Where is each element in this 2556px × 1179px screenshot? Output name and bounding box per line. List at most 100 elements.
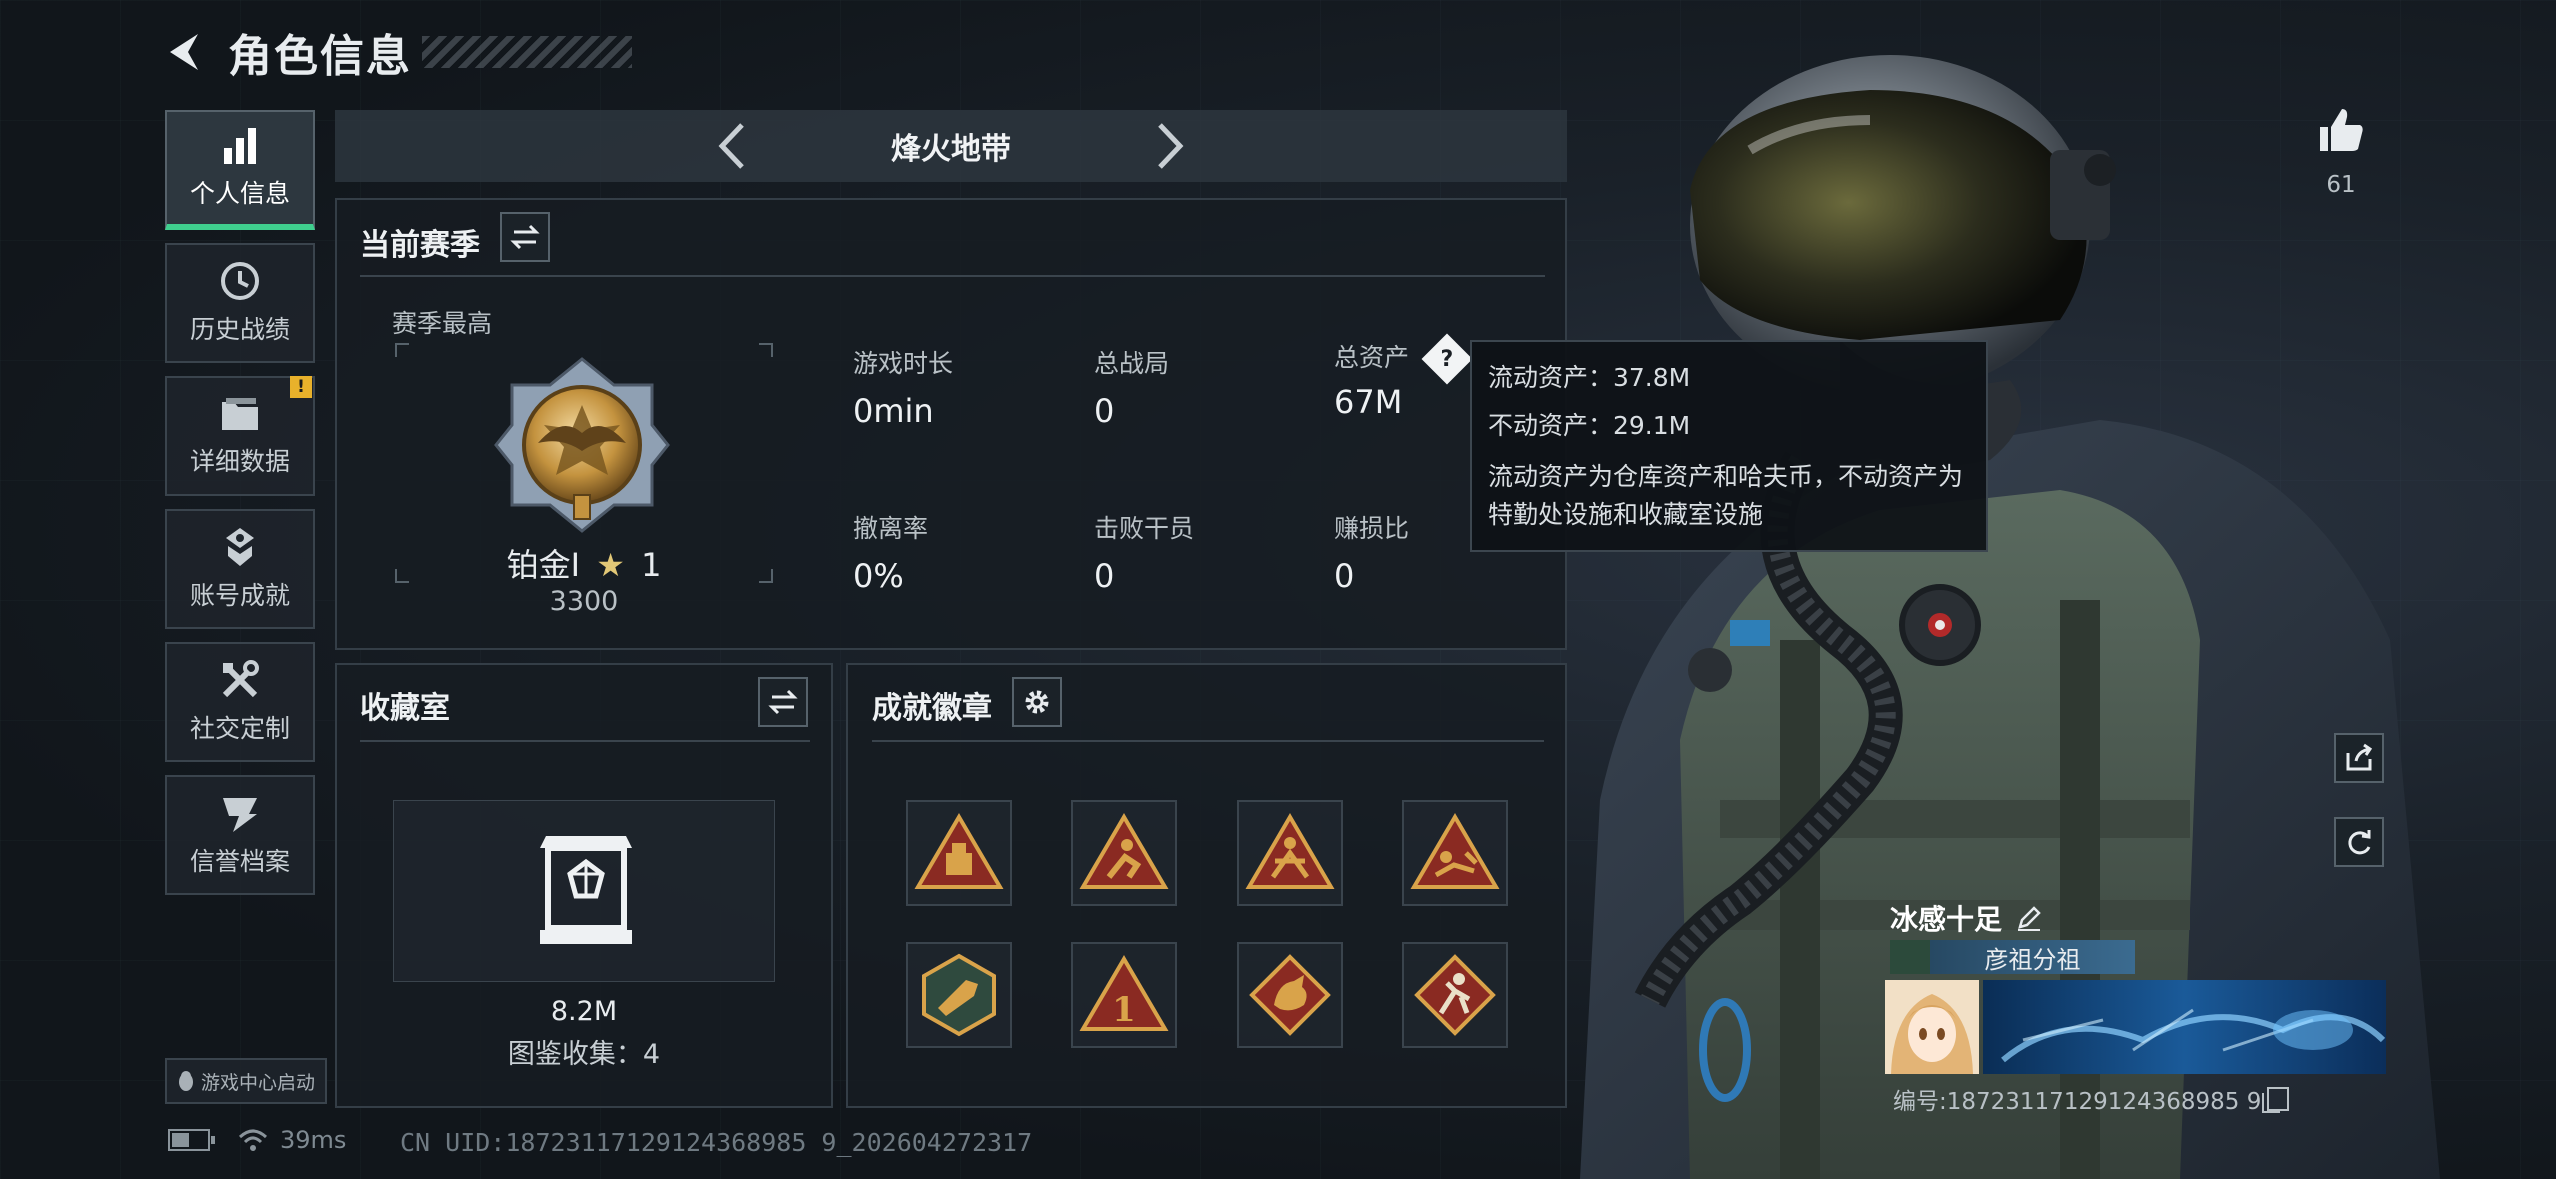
stat-value: 0min <box>853 392 934 430</box>
badges-title: 成就徽章 <box>872 691 992 726</box>
badge-number-one-icon: 1 <box>1079 955 1169 1031</box>
season-subtitle: 赛季最高 <box>392 309 493 338</box>
avatar[interactable] <box>1885 980 1979 1074</box>
rank-name: 铂金I <box>506 546 581 584</box>
badge-dragon[interactable] <box>1237 942 1343 1048</box>
next-map-chevron-icon[interactable] <box>1141 116 1201 176</box>
map-selector: 烽火地带 <box>335 110 1567 182</box>
battery-level <box>172 1133 189 1147</box>
total-assets-tooltip: 流动资产：37.8M 不动资产：29.1M 流动资产为仓库资产和哈夫币，不动资产… <box>1470 340 1988 552</box>
stat-label-text: 总资产 <box>1334 343 1410 372</box>
player-name-text: 冰感十足 <box>1890 903 2003 936</box>
badge-crawl[interactable] <box>1402 800 1508 906</box>
nav-item-label: 信誉档案 <box>189 847 290 876</box>
edit-pencil-icon[interactable] <box>2016 905 2042 931</box>
page-title: 角色信息 <box>228 31 412 82</box>
nav-item-social-custom[interactable]: 社交定制 <box>165 642 315 762</box>
thumbs-up-icon[interactable] <box>2316 105 2366 155</box>
collection-divider <box>360 740 810 742</box>
help-icon-glyph: ? <box>1440 346 1454 372</box>
badge-number-one-text: 1 <box>1112 990 1136 1030</box>
player-id-text: 编号:18723117129124368985 9 <box>1893 1089 2262 1115</box>
back-arrow-icon[interactable] <box>160 26 212 78</box>
map-name: 烽火地带 <box>891 132 1011 167</box>
achievement-icon <box>226 528 254 566</box>
swap-icon <box>510 224 540 250</box>
tooltip-fixed-assets: 不动资产：29.1M <box>1488 410 1691 440</box>
header-decoration <box>422 36 632 68</box>
stat-label: 撤离率 <box>853 514 929 543</box>
rank-stars: 1 <box>641 546 662 584</box>
uid-text: CN UID:18723117129124368985 9_2026042723… <box>400 1128 1033 1157</box>
badges-settings-button[interactable] <box>1012 677 1062 727</box>
gear-icon <box>1025 690 1049 714</box>
game-center-button[interactable]: 游戏中心启动 <box>165 1058 327 1104</box>
badge-sprint-icon <box>1414 954 1496 1036</box>
profile-banner[interactable] <box>1983 980 2386 1074</box>
stat-value: 0 <box>1094 557 1115 595</box>
status-bar: 39ms <box>168 1126 346 1154</box>
season-divider <box>360 275 1545 277</box>
player-name: 冰感十足 <box>1890 898 2042 938</box>
stat-play-time: 游戏时长 0min <box>853 344 1073 430</box>
refresh-icon <box>2348 830 2371 855</box>
bar-chart-icon <box>224 128 256 164</box>
stat-value: 0 <box>1334 557 1355 595</box>
badge-dragon-icon <box>1249 954 1331 1036</box>
badge-supply-icon <box>914 813 1004 889</box>
nav-item-label: 个人信息 <box>189 179 290 208</box>
stat-label: 击败干员 <box>1094 514 1195 543</box>
help-icon[interactable]: ? <box>1421 333 1473 385</box>
collection-value: 8.2M <box>550 996 618 1027</box>
swap-icon <box>768 689 798 715</box>
badge-number-one[interactable]: 1 <box>1071 942 1177 1048</box>
team-tag-text: 彦祖分祖 <box>1984 945 2081 974</box>
copy-icon[interactable] <box>2262 1087 2290 1113</box>
rank-score: 3300 <box>549 586 619 617</box>
nav-item-label: 历史战绩 <box>189 315 290 344</box>
nav-item-label: 社交定制 <box>189 714 290 743</box>
badge-fighter[interactable] <box>1237 800 1343 906</box>
platinum-rank-medal-icon <box>494 357 670 533</box>
credit-icon <box>223 798 257 832</box>
badge-weapon[interactable] <box>906 942 1012 1048</box>
nav-item-label: 详细数据 <box>189 447 290 476</box>
season-swap-button[interactable] <box>500 212 550 262</box>
ping-value: 39ms <box>280 1126 347 1154</box>
tooltip-description: 流动资产为仓库资产和哈夫币，不动资产为特勤处设施和收藏室设施 <box>1488 462 1964 529</box>
badge-supply[interactable] <box>906 800 1012 906</box>
folder-icon <box>222 398 258 430</box>
team-tag[interactable]: 彦祖分祖 <box>1890 940 2135 974</box>
collection-swap-button[interactable] <box>758 677 808 727</box>
tooltip-liquid-assets: 流动资产：37.8M <box>1488 362 1691 392</box>
collection-showcase[interactable] <box>393 800 775 982</box>
stat-total-matches: 总战局 0 <box>1094 344 1314 430</box>
stat-operators-defeated: 击败干员 0 <box>1094 509 1314 595</box>
battery-icon <box>168 1129 215 1151</box>
side-nav: 个人信息 历史战绩 ! 详细数据 账号成就 社交定制 信誉档案 <box>165 110 315 908</box>
nav-item-personal-info[interactable]: 个人信息 <box>165 110 315 230</box>
badge-sprint[interactable] <box>1402 942 1508 1048</box>
rotate-button[interactable] <box>2334 817 2384 867</box>
badge-runner[interactable] <box>1071 800 1177 906</box>
player-id: 编号:18723117129124368985 9 <box>1893 1082 2290 1116</box>
nav-item-history[interactable]: 历史战绩 <box>165 243 315 363</box>
badge-weapon-icon <box>922 953 996 1037</box>
share-button[interactable] <box>2334 733 2384 783</box>
stat-label: 总战局 <box>1094 349 1170 378</box>
team-emblem <box>1890 940 1930 974</box>
stat-value: 0% <box>853 557 904 595</box>
nav-item-achievements[interactable]: 账号成就 <box>165 509 315 629</box>
page-header: 角色信息 <box>160 22 632 82</box>
nav-item-credit-record[interactable]: 信誉档案 <box>165 775 315 895</box>
nav-item-detailed-data[interactable]: ! 详细数据 <box>165 376 315 496</box>
history-icon <box>221 262 259 300</box>
season-title: 当前赛季 <box>360 228 480 263</box>
collection-count: 图鉴收集：4 <box>507 1039 661 1070</box>
prev-map-chevron-icon[interactable] <box>701 116 761 176</box>
badge-fighter-icon <box>1245 813 1335 889</box>
penguin-icon <box>178 1071 193 1091</box>
stat-value: 0 <box>1094 392 1115 430</box>
share-icon <box>2346 743 2373 771</box>
badge-crawl-icon <box>1410 813 1500 889</box>
